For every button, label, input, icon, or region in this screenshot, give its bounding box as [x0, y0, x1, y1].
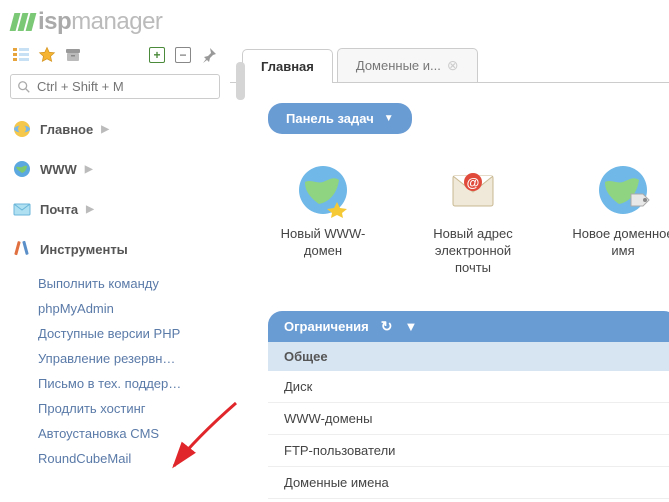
tiles-row: Новый WWW-домен @ Новый адрес электронно…	[268, 162, 669, 277]
mail-icon	[12, 199, 32, 219]
star-icon[interactable]	[38, 46, 56, 64]
tab-label: Главная	[261, 59, 314, 74]
pin-icon[interactable]	[200, 46, 218, 64]
tile-new-email[interactable]: @ Новый адрес электронной почты	[418, 162, 528, 277]
tab-1[interactable]: Доменные и... ⊗	[337, 48, 478, 82]
search-icon	[17, 80, 31, 94]
tile-label: Новый адрес электронной почты	[418, 226, 528, 277]
chevron-down-icon: ▼	[384, 113, 394, 124]
chevron-down-icon: ▼	[404, 319, 417, 334]
close-icon[interactable]: ⊗	[447, 57, 459, 74]
tile-new-www-domain[interactable]: Новый WWW-домен	[268, 162, 378, 277]
search-input[interactable]	[37, 79, 213, 94]
tab-0[interactable]: Главная	[242, 49, 333, 83]
refresh-icon[interactable]: ↻	[381, 318, 393, 335]
archive-icon[interactable]	[64, 46, 82, 64]
tools-sublink-2[interactable]: Доступные версии PHP	[38, 321, 220, 346]
app-logo: ispmanager	[0, 0, 669, 42]
tools-sublink-7[interactable]: RoundCubeMail	[38, 446, 220, 471]
tools-sublink-3[interactable]: Управление резервн…	[38, 346, 220, 371]
limits-row[interactable]: Диск	[268, 371, 669, 403]
tools-sublink-4[interactable]: Письмо в тех. поддер…	[38, 371, 220, 396]
limits-rows: ДискWWW-доменыFTP-пользователиДоменные и…	[268, 371, 669, 499]
nav-tools[interactable]: Инструменты	[10, 229, 220, 269]
globe-icon	[12, 159, 32, 179]
nav-www[interactable]: WWW ▶	[10, 149, 220, 189]
nav-tools-label: Инструменты	[40, 242, 128, 257]
nav-www-label: WWW	[40, 162, 77, 177]
tools-sublink-0[interactable]: Выполнить команду	[38, 271, 220, 296]
chevron-right-icon: ▶	[86, 204, 94, 215]
tabs-bar: Главная Доменные и... ⊗	[230, 48, 669, 83]
scrollbar-thumb[interactable]	[236, 62, 245, 100]
list-icon[interactable]	[12, 46, 30, 64]
svg-text:@: @	[467, 175, 480, 190]
tile-new-domain-name[interactable]: Новое доменное имя	[568, 162, 669, 277]
collapse-icon[interactable]: −	[174, 46, 192, 64]
home-icon	[12, 119, 32, 139]
task-panel-button[interactable]: Панель задач ▼	[268, 103, 412, 134]
limits-header[interactable]: Ограничения ↻ ▼	[268, 311, 669, 342]
tile-label: Новое доменное имя	[568, 226, 669, 260]
logo-mark-icon	[12, 13, 34, 31]
search-input-wrapper[interactable]	[10, 74, 220, 99]
tools-icon	[12, 239, 32, 259]
tile-label: Новый WWW-домен	[268, 226, 378, 260]
nav-mail[interactable]: Почта ▶	[10, 189, 220, 229]
mail-at-icon: @	[445, 162, 501, 218]
expand-icon[interactable]: +	[148, 46, 166, 64]
logo-text: ispmanager	[38, 8, 162, 36]
tools-subnav: Выполнить командуphpMyAdminДоступные вер…	[10, 269, 220, 477]
tools-sublink-5[interactable]: Продлить хостинг	[38, 396, 220, 421]
limits-title: Ограничения	[284, 319, 369, 334]
limits-subheader: Общее	[268, 342, 669, 371]
chevron-right-icon: ▶	[101, 124, 109, 135]
tools-sublink-6[interactable]: Автоустановка CMS	[38, 421, 220, 446]
tab-label: Доменные и...	[356, 58, 441, 73]
nav-main-label: Главное	[40, 122, 93, 137]
globe-star-icon	[295, 162, 351, 218]
tools-sublink-1[interactable]: phpMyAdmin	[38, 296, 220, 321]
limits-row[interactable]: FTP-пользователи	[268, 435, 669, 467]
chevron-right-icon: ▶	[85, 164, 93, 175]
sidebar-toolbar: + −	[10, 42, 220, 68]
nav-main[interactable]: Главное ▶	[10, 109, 220, 149]
limits-row[interactable]: Доменные имена	[268, 467, 669, 499]
nav-mail-label: Почта	[40, 202, 78, 217]
globe-tag-icon	[595, 162, 651, 218]
task-panel-label: Панель задач	[286, 111, 374, 126]
limits-row[interactable]: WWW-домены	[268, 403, 669, 435]
